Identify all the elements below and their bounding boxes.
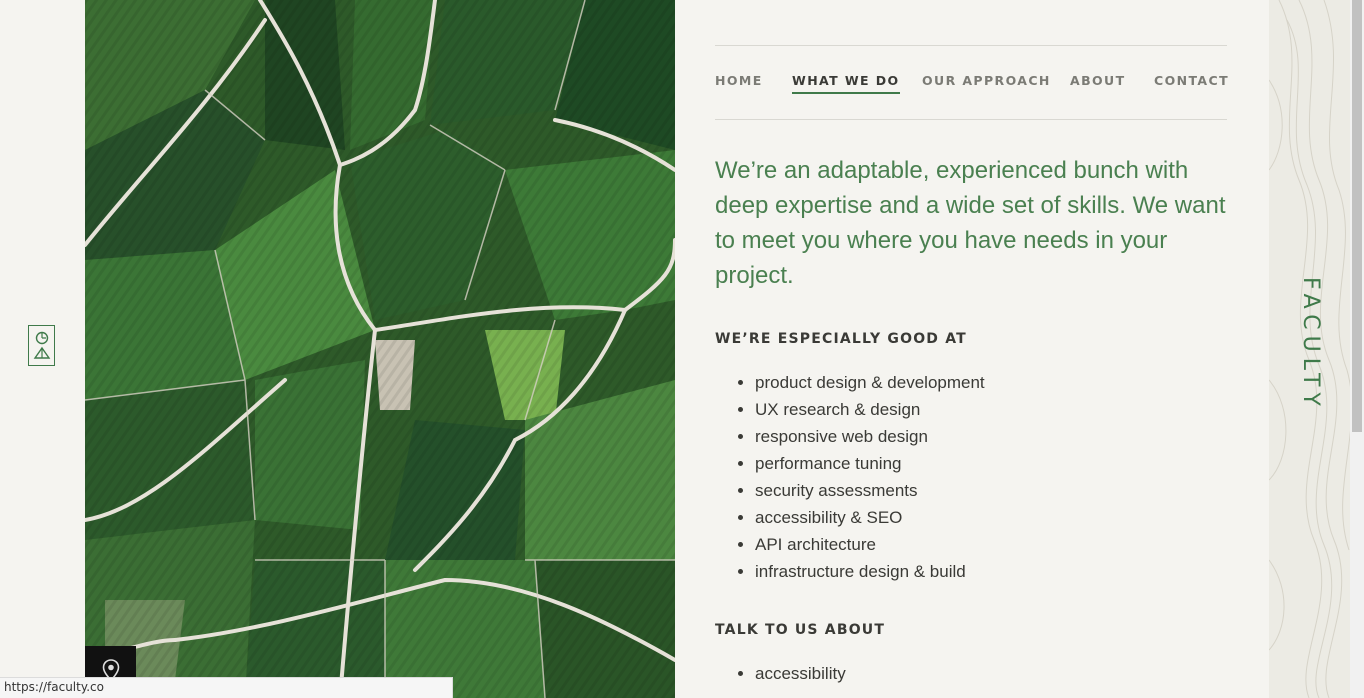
list-item: responsive web design <box>755 423 985 450</box>
list-item: API architecture <box>755 531 985 558</box>
nav-item-what-we-do[interactable]: WHAT WE DO <box>792 73 900 94</box>
good-at-heading: WE’RE ESPECIALLY GOOD AT <box>715 331 967 347</box>
intro-text: We’re an adaptable, experienced bunch wi… <box>715 157 1226 289</box>
brand-wordmark[interactable]: FACULTY <box>1293 277 1323 412</box>
status-bar-url: https://faculty.co <box>0 677 453 698</box>
list-item: UX research & design <box>755 396 985 423</box>
list-item: infrastructure design & build <box>755 558 985 585</box>
talk-to-us-heading: TALK TO US ABOUT <box>715 622 886 638</box>
list-item: performance tuning <box>755 450 985 477</box>
list-item: accessibility <box>755 660 846 687</box>
list-item: accessibility & SEO <box>755 504 985 531</box>
scrollbar[interactable] <box>1350 0 1364 698</box>
page: HOME WHAT WE DO OUR APPROACH ABOUT CONTA… <box>0 0 1364 698</box>
nav-item-home[interactable]: HOME <box>715 73 763 92</box>
faculty-logo-icon[interactable] <box>28 325 55 366</box>
main-nav: HOME WHAT WE DO OUR APPROACH ABOUT CONTA… <box>715 45 1229 120</box>
nav-item-contact[interactable]: CONTACT <box>1154 73 1229 92</box>
list-item: security assessments <box>755 477 985 504</box>
nav-item-about[interactable]: ABOUT <box>1070 73 1126 92</box>
scrollbar-thumb[interactable] <box>1352 0 1362 432</box>
left-rail <box>0 0 85 698</box>
main-content: HOME WHAT WE DO OUR APPROACH ABOUT CONTA… <box>715 0 1229 698</box>
nav-item-our-approach[interactable]: OUR APPROACH <box>922 73 1051 92</box>
aerial-farmland-image <box>85 0 675 698</box>
talk-list: accessibility <box>737 660 846 687</box>
skills-list: product design & development UX research… <box>737 369 985 585</box>
list-item: product design & development <box>755 369 985 396</box>
